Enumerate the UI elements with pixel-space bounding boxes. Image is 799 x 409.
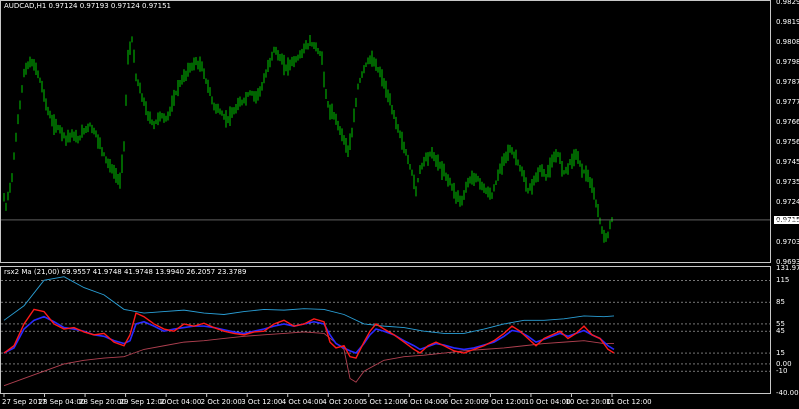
time-tick: 3 Oct 12:00: [241, 398, 283, 406]
time-tick: 2 Oct 04:00: [160, 398, 202, 406]
ma-light-line: [3, 276, 615, 334]
chart-canvas: [1, 34, 770, 397]
indicator-tick: 85: [776, 298, 785, 307]
rsx-red-line: [3, 308, 615, 359]
price-tick: 0.97140: [776, 218, 799, 226]
price-tick: 0.97035: [776, 238, 799, 246]
indicator-tick: 15: [776, 349, 785, 358]
time-tick: 5 Oct 12:00: [362, 398, 404, 406]
time-tick: 10 Oct 20:00: [565, 398, 612, 406]
time-tick: 9 Oct 12:00: [484, 398, 526, 406]
time-tick: 4 Oct 20:00: [322, 398, 364, 406]
time-tick: 11 Oct 12:00: [606, 398, 652, 406]
indicator-tick: 115: [776, 276, 790, 285]
chart-header: AUDCAD,H1 0.97124 0.97193 0.97124 0.9715…: [4, 2, 171, 10]
price-tick: 0.98085: [776, 38, 799, 46]
indicator-tick: 131.973: [776, 264, 799, 272]
indicator-tick: -40.00876: [776, 389, 799, 397]
price-tick: 0.97455: [776, 158, 799, 166]
time-tick: 2 Oct 20:00: [200, 398, 242, 406]
indicator-tick: 45: [776, 327, 785, 336]
price-tick: 0.97665: [776, 118, 799, 126]
price-tick: 0.98190: [776, 18, 799, 26]
price-tick: 0.97770: [776, 98, 799, 106]
price-tick: 0.97350: [776, 178, 799, 186]
time-tick: 4 Oct 04:00: [281, 398, 323, 406]
price-tick: 0.97560: [776, 138, 799, 146]
time-tick: 6 Oct 20:00: [443, 398, 486, 406]
price-tick: 0.97980: [776, 58, 799, 66]
indicator-header: rsx2 Ma (21,00) 69.9557 41.9748 41.9748 …: [4, 268, 247, 276]
price-tick: 0.97875: [776, 78, 799, 86]
time-tick: 6 Oct 04:00: [403, 398, 445, 406]
indicator-tick: -10: [776, 367, 788, 376]
price-tick: 0.97245: [776, 198, 799, 206]
price-tick: 0.98295: [776, 0, 799, 6]
ma-dark-line: [3, 331, 614, 387]
time-tick: 10 Oct 04:00: [524, 398, 571, 406]
